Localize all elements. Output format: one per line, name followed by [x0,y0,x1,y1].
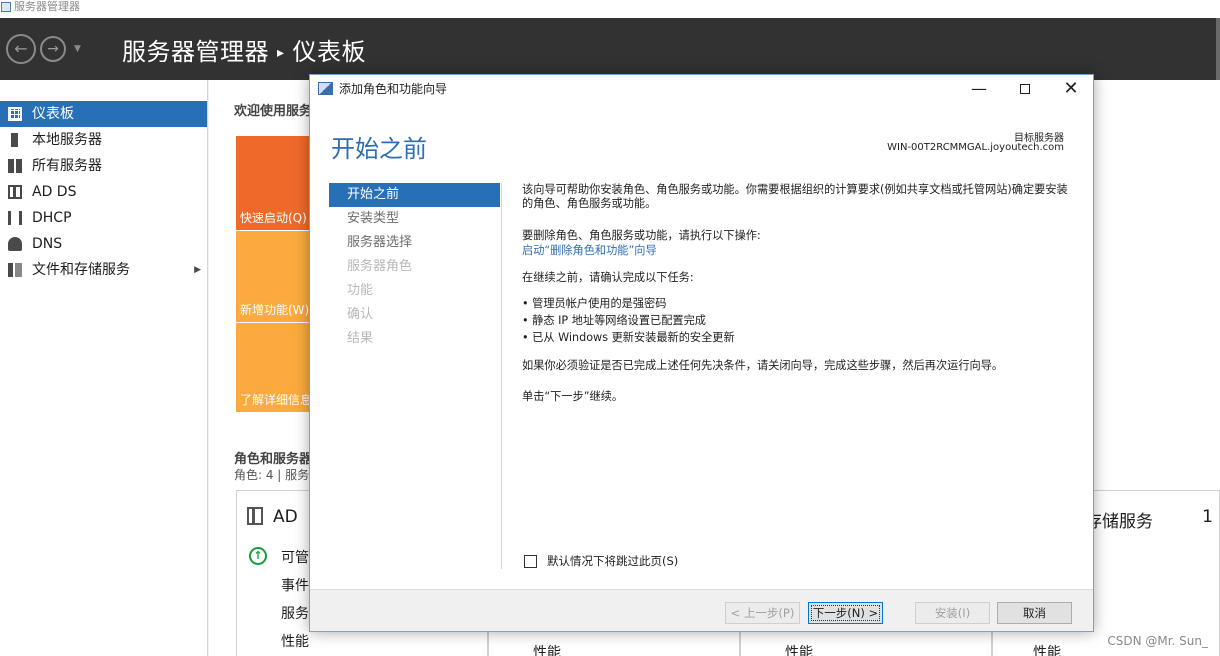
sidebar-item-ad-ds[interactable]: AD DS [0,179,207,205]
card-count: 1 [1202,507,1213,527]
wizard-icon [318,82,333,95]
header-banner: ← → ▼ 服务器管理器 ▸ 仪表板 [0,18,1220,80]
install-button: 安装(I) [915,602,990,624]
sidebar-item-label: 本地服务器 [32,132,102,148]
ad-ds-icon [247,507,263,525]
server-manager-app-icon [1,2,11,12]
window-title: 服务器管理器 [14,0,80,13]
steps-divider [501,183,502,569]
dhcp-icon [8,211,22,225]
page-title: 开始之前 [331,135,427,163]
card-row-performance[interactable]: 性能 [785,642,813,656]
expand-arrow-icon[interactable]: ▶ [194,257,201,283]
step-results: 结果 [347,331,374,346]
sidebar-item-label: DHCP [32,210,72,226]
sidebar-item-label: DNS [32,236,63,252]
breadcrumb-page: 仪表板 [292,38,367,66]
watermark: CSDN @Mr. Sun_ [1107,634,1208,648]
cancel-button[interactable]: 取消 [997,602,1072,624]
card-row-performance[interactable]: 性能 [281,631,309,651]
tile-label: 快速启动(Q) [240,211,307,225]
sidebar-item-label: 所有服务器 [32,158,102,174]
card-title: 存储服务 [1085,512,1153,532]
sidebar-item-local-server[interactable]: 本地服务器 [0,127,207,153]
remove-text: 要删除角色、角色服务或功能，请执行以下操作: [522,229,761,242]
breadcrumb-app: 服务器管理器 [122,38,269,66]
step-server-selection[interactable]: 服务器选择 [329,231,500,255]
card-title: AD [247,507,298,527]
banner-edge [1216,18,1220,80]
servers-icon [8,159,22,173]
card-row-manageability[interactable]: 可管 [281,547,309,567]
breadcrumb: 服务器管理器 ▸ 仪表板 [122,32,366,67]
card-row-performance[interactable]: 性能 [533,642,561,656]
ad-ds-icon [8,185,22,199]
dialog-footer: < 上一步(P) 下一步(N) > 安装(I) 取消 [310,589,1093,631]
list-item: • 静态 IP 地址等网络设置已配置完成 [522,314,706,327]
list-item: • 已从 Windows 更新安装最新的安全更新 [522,331,735,344]
prereq-list: • 管理员帐户使用的是强密码 • 静态 IP 地址等网络设置已配置完成 • 已从… [522,297,735,348]
history-dropdown-icon[interactable]: ▼ [74,44,81,54]
intro-text: 该向导可帮助你安装角色、角色服务或功能。你需要根据组织的计算要求(例如共享文档或… [522,183,1068,210]
step-server-roles: 服务器角色 [347,259,413,274]
card-row-services[interactable]: 服务 [281,603,309,623]
step-before-you-begin[interactable]: 开始之前 [329,183,500,207]
step-features: 功能 [347,283,374,298]
tile-label: 新增功能(W) [240,303,310,317]
dialog-title: 添加角色和功能向导 [339,82,448,96]
roles-section-title: 角色和服务器 [234,452,313,467]
verify-text: 如果你必须验证是否已完成上述任何先决条件，请关闭向导，完成这些步骤，然后再次运行… [522,359,1004,372]
file-storage-icon [8,263,22,277]
sidebar-item-dashboard[interactable]: 仪表板 [0,101,207,127]
sidebar-item-all-servers[interactable]: 所有服务器 [0,153,207,179]
dns-icon [8,237,22,251]
skip-page-checkbox[interactable] [524,555,537,568]
welcome-title: 欢迎使用服务 [234,104,313,119]
window-titlebar: 服务器管理器 [0,0,1220,18]
sidebar: 仪表板 本地服务器 所有服务器 AD DS DHCP DNS 文件和存储服务 ▶ [0,80,208,656]
previous-button: < 上一步(P) [725,602,800,624]
close-button[interactable]: ✕ [1048,75,1094,103]
maximize-button[interactable] [1002,75,1048,103]
add-roles-wizard-dialog: 添加角色和功能向导 — ✕ 开始之前 目标服务器 WIN-00T2RCMMGAL… [309,74,1094,632]
next-button[interactable]: 下一步(N) > [808,602,883,624]
wizard-steps: 开始之前 安装类型 服务器选择 服务器角色 功能 确认 结果 [329,183,500,351]
target-server-value: WIN-00T2RCMMGAL.joyoutech.com [887,142,1064,153]
prereq-text: 在继续之前，请确认完成以下任务: [522,271,694,284]
sidebar-item-label: AD DS [32,184,77,200]
success-up-arrow-icon: ↑ [249,547,267,565]
forward-arrow-icon[interactable]: → [40,36,66,62]
step-installation-type[interactable]: 安装类型 [329,207,500,231]
card-row-events[interactable]: 事件 [281,575,309,595]
card-row-performance[interactable]: 性能 [1033,642,1061,656]
maximize-icon [1020,84,1030,94]
server-icon [11,133,18,147]
continue-text: 单击“下一步”继续。 [522,390,624,403]
breadcrumb-separator: ▸ [277,45,285,61]
sidebar-item-label: 仪表板 [32,106,74,122]
sidebar-item-label: 文件和存储服务 [32,262,130,278]
minimize-button[interactable]: — [956,75,1002,103]
step-confirmation: 确认 [347,307,374,322]
remove-roles-link[interactable]: 启动“删除角色和功能”向导 [522,244,657,258]
dialog-titlebar: 添加角色和功能向导 — ✕ [310,75,1093,103]
skip-page-label: 默认情况下将跳过此页(S) [547,554,679,568]
sidebar-item-dns[interactable]: DNS [0,231,207,257]
back-arrow-icon[interactable]: ← [6,34,36,64]
sidebar-item-file-storage[interactable]: 文件和存储服务 ▶ [0,257,207,283]
tile-label: 了解详细信息 [240,393,313,407]
dashboard-grid-icon [8,107,22,121]
skip-page-option[interactable]: 默认情况下将跳过此页(S) [524,554,678,568]
sidebar-item-dhcp[interactable]: DHCP [0,205,207,231]
list-item: • 管理员帐户使用的是强密码 [522,297,667,310]
